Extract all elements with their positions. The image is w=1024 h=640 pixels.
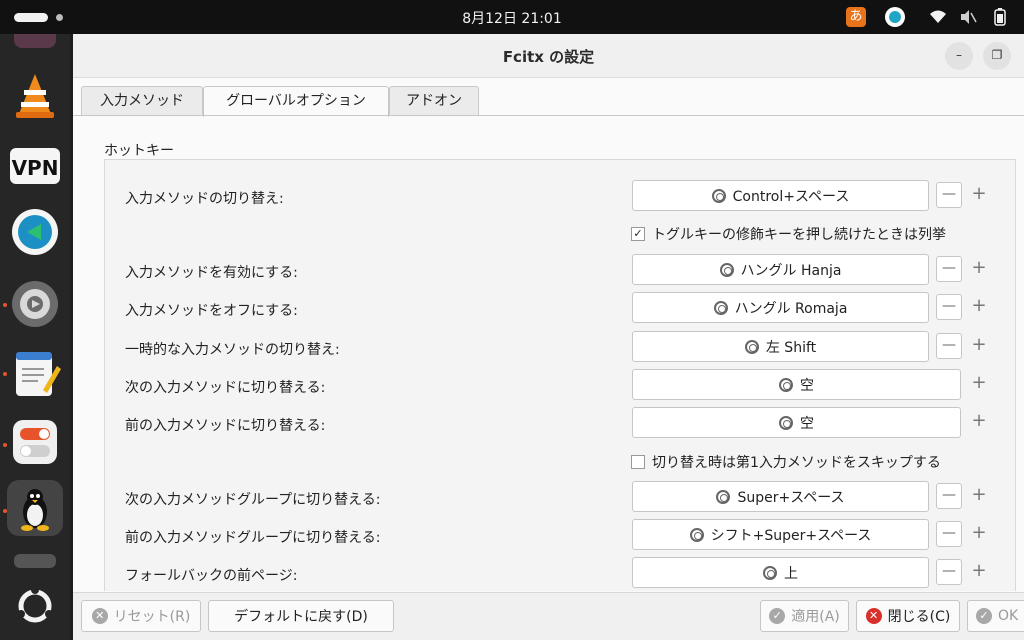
next-im-add-button[interactable]: + — [969, 371, 989, 397]
vpn-icon[interactable]: VPN — [7, 138, 63, 194]
dock-partial-app-icon[interactable] — [14, 34, 56, 48]
enumerate-checkbox[interactable]: ✓ — [631, 227, 645, 241]
tab-input-method[interactable]: 入力メソッド — [81, 86, 203, 116]
enumerate-checkbox-row[interactable]: ✓ トグルキーの修飾キーを押し続けたときは列挙 — [631, 224, 946, 244]
prev-group-add-button[interactable]: + — [969, 521, 989, 547]
activities-indicator[interactable] — [14, 13, 48, 22]
keyboard-icon — [779, 415, 793, 430]
temp-toggle-add-button[interactable]: + — [969, 333, 989, 359]
battery-icon[interactable] — [990, 7, 1010, 27]
toggle-im-label: 入力メソッドの切り替え: — [125, 191, 284, 207]
dock: VPN — [0, 34, 70, 640]
dock-separator — [14, 554, 56, 568]
toggle-im-key-button[interactable]: Control+スペース — [632, 180, 929, 211]
bottom-button-bar: ✕ リセット(R) デフォルトに戻す(D) ✓ 適用(A) ✕ 閉じる(C) ✓ OK — [73, 592, 1024, 640]
remote-desktop-icon[interactable] — [7, 204, 63, 260]
reset-button[interactable]: ✕ リセット(R) — [81, 600, 201, 632]
next-group-key-button[interactable]: Super+スペース — [632, 481, 929, 512]
temp-toggle-remove-button[interactable]: — — [936, 333, 962, 359]
enable-im-add-button[interactable]: + — [969, 256, 989, 282]
skip-first-checkbox[interactable] — [631, 455, 645, 469]
check-icon: ✓ — [769, 608, 786, 624]
keyboard-icon — [744, 339, 759, 354]
check-icon: ✓ — [976, 608, 992, 624]
minimize-button[interactable]: – — [945, 42, 973, 70]
fallback-prev-key-button[interactable]: 上 — [632, 557, 929, 588]
ok-button[interactable]: ✓ OK — [967, 600, 1024, 632]
maximize-button[interactable]: ❐ — [983, 42, 1011, 70]
fcitx-settings-window: Fcitx の設定 – ❐ 入力メソッド グローバルオプション アドオン ホット… — [73, 34, 1024, 640]
disable-im-remove-button[interactable]: — — [936, 294, 962, 320]
keyboard-icon — [716, 489, 731, 504]
enable-im-key-button[interactable]: ハングル Hanja — [632, 254, 929, 285]
tab-addons[interactable]: アドオン — [389, 86, 479, 116]
keyboard-icon — [689, 527, 704, 542]
hotkey-group-label: ホットキー — [104, 143, 174, 159]
tab-divider — [73, 115, 1024, 116]
enable-im-label: 入力メソッドを有効にする: — [125, 265, 298, 281]
close-button[interactable]: ✕ 閉じる(C) — [856, 600, 960, 632]
next-im-label: 次の入力メソッドに切り替える: — [125, 380, 326, 396]
prev-group-key-button[interactable]: シフト+Super+スペース — [632, 519, 929, 550]
volume-muted-icon[interactable] — [958, 7, 978, 27]
fallback-prev-remove-button[interactable]: — — [936, 559, 962, 585]
close-icon: ✕ — [865, 608, 882, 624]
ime-indicator-icon[interactable]: あ — [846, 7, 866, 27]
restore-defaults-button[interactable]: デフォルトに戻す(D) — [208, 600, 394, 632]
prev-im-label: 前の入力メソッドに切り替える: — [125, 418, 326, 434]
keyboard-icon — [779, 377, 793, 392]
prev-group-label: 前の入力メソッドグループに切り替える: — [125, 530, 381, 546]
next-group-remove-button[interactable]: — — [936, 483, 962, 509]
sync-icon[interactable] — [885, 7, 905, 27]
toggle-im-remove-button[interactable]: — — [936, 182, 962, 208]
svg-text:VPN: VPN — [12, 156, 59, 180]
disable-im-label: 入力メソッドをオフにする: — [125, 303, 298, 319]
top-bar: 8月12日 21:01 あ — [0, 0, 1024, 34]
keyboard-icon — [713, 300, 728, 315]
text-editor-icon[interactable] — [7, 346, 63, 402]
show-apps-icon[interactable] — [7, 578, 63, 634]
prev-im-add-button[interactable]: + — [969, 409, 989, 435]
fallback-prev-add-button[interactable]: + — [969, 559, 989, 585]
apply-button[interactable]: ✓ 適用(A) — [760, 600, 849, 632]
title-bar: Fcitx の設定 – ❐ — [73, 34, 1024, 78]
toggle-im-add-button[interactable]: + — [969, 182, 989, 208]
next-im-key-button[interactable]: 空 — [632, 369, 961, 400]
next-group-label: 次の入力メソッドグループに切り替える: — [125, 492, 381, 508]
window-title: Fcitx の設定 — [502, 48, 595, 66]
linux-penguin-app-icon[interactable] — [7, 480, 63, 536]
tab-global-options[interactable]: グローバルオプション — [203, 86, 389, 117]
keyboard-icon — [711, 188, 726, 203]
keyboard-icon — [719, 262, 734, 277]
disable-im-add-button[interactable]: + — [969, 294, 989, 320]
workspace-dot-icon — [56, 14, 63, 21]
keyboard-icon — [763, 565, 777, 580]
reset-icon: ✕ — [91, 608, 108, 624]
skip-first-checkbox-row[interactable]: 切り替え時は第1入力メソッドをスキップする — [631, 452, 941, 472]
settings-gear-icon[interactable] — [7, 276, 63, 332]
toggle-switch-app-icon[interactable] — [7, 414, 63, 470]
enable-im-remove-button[interactable]: — — [936, 256, 962, 282]
clock[interactable]: 8月12日 21:01 — [462, 11, 562, 27]
vlc-icon[interactable] — [7, 68, 63, 124]
disable-im-key-button[interactable]: ハングル Romaja — [632, 292, 929, 323]
next-group-add-button[interactable]: + — [969, 483, 989, 509]
temp-toggle-key-button[interactable]: 左 Shift — [632, 331, 929, 362]
prev-im-key-button[interactable]: 空 — [632, 407, 961, 438]
wifi-icon[interactable] — [928, 7, 948, 27]
temp-toggle-label: 一時的な入力メソッドの切り替え: — [125, 342, 340, 358]
fallback-prev-label: フォールバックの前ページ: — [125, 568, 298, 584]
prev-group-remove-button[interactable]: — — [936, 521, 962, 547]
